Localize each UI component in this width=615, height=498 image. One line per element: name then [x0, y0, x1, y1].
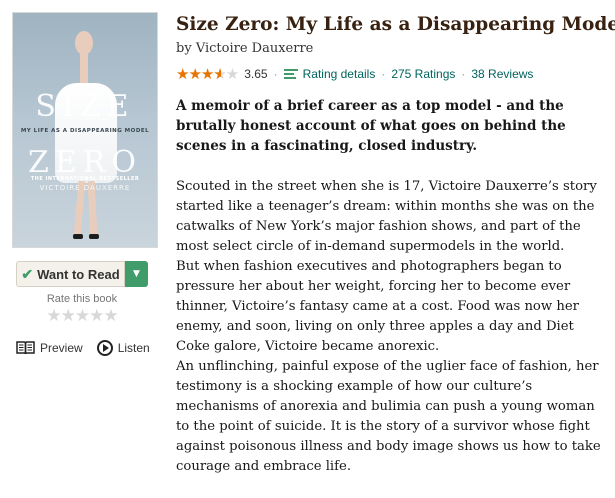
description-paragraph: An unflinching, painful expose of the ug…: [176, 359, 601, 474]
preview-listen-row: Preview Listen: [16, 340, 158, 356]
cover-model-shoe: [73, 234, 83, 239]
reviews-count-link[interactable]: 38 Reviews: [471, 67, 533, 81]
cover-model-head: [75, 31, 93, 55]
description-paragraph: But when fashion executives and photogra…: [176, 259, 579, 354]
by-prefix: by: [176, 41, 192, 56]
separator-dot: ·: [381, 67, 386, 81]
book-description: Scouted in the street when she is 17, Vi…: [176, 177, 610, 477]
play-circle-icon[interactable]: [96, 340, 113, 356]
ratings-count-link[interactable]: 275 Ratings: [391, 67, 455, 81]
average-rating-stars: ★★★★ ★ ★: [176, 66, 239, 83]
cover-model-neck: [80, 53, 88, 87]
author-link[interactable]: Victoire Dauxerre: [196, 41, 314, 56]
cover-subtitle: MY LIFE AS A DISAPPEARING MODEL: [20, 128, 150, 134]
check-icon: ✔: [21, 265, 34, 282]
cover-model-shoe: [89, 234, 99, 239]
description-paragraph: Scouted in the street when she is 17, Vi…: [176, 179, 597, 254]
cover-author: VICTOIRE DAUXERRE: [39, 184, 131, 192]
star-icon[interactable]: ★: [46, 306, 61, 326]
rate-this-book-label: Rate this book: [46, 293, 118, 305]
cover-title-line1: SIZE: [35, 89, 135, 124]
book-cover[interactable]: SIZE MY LIFE AS A DISAPPEARING MODEL ZER…: [12, 12, 158, 248]
star-icon[interactable]: ★: [103, 306, 118, 326]
listen-link[interactable]: Listen: [118, 341, 150, 355]
left-column: SIZE MY LIFE AS A DISAPPEARING MODEL ZER…: [12, 12, 158, 356]
rating-bars-icon: [283, 69, 298, 79]
star-icon[interactable]: ★: [89, 306, 104, 326]
star-icon[interactable]: ★: [75, 306, 90, 326]
separator-dot: ·: [461, 67, 466, 81]
book-details: Size Zero: My Life as a Disappearing Mod…: [176, 12, 615, 477]
preview-link[interactable]: Preview: [40, 341, 83, 355]
rating-summary: ★★★★ ★ ★ 3.65 · Rating details · 275 Ratin…: [176, 65, 610, 83]
book-tagline: A memoir of a brief career as a top mode…: [176, 98, 566, 154]
cover-bestseller: THE INTERNATIONAL BESTSELLER: [30, 176, 140, 182]
average-rating-value: 3.65: [244, 67, 268, 81]
separator-dot: ·: [273, 67, 278, 81]
shelf-dropdown-button[interactable]: ▼: [125, 261, 148, 287]
cover-title-line2: ZERO: [28, 145, 142, 180]
star-icon[interactable]: ★: [61, 306, 76, 326]
want-to-read-label: Want to Read: [37, 266, 120, 282]
want-to-read-control: ✔ Want to Read ▼: [16, 261, 158, 287]
user-rating-stars[interactable]: ★★★★★: [16, 306, 148, 326]
chevron-down-icon: ▼: [133, 269, 140, 279]
want-to-read-button[interactable]: ✔ Want to Read: [16, 261, 125, 287]
rating-details-link[interactable]: Rating details: [303, 67, 376, 81]
byline: by Victoire Dauxerre: [176, 41, 610, 56]
book-title: Size Zero: My Life as a Disappearing Mod…: [176, 14, 615, 35]
open-book-icon[interactable]: [16, 341, 35, 355]
